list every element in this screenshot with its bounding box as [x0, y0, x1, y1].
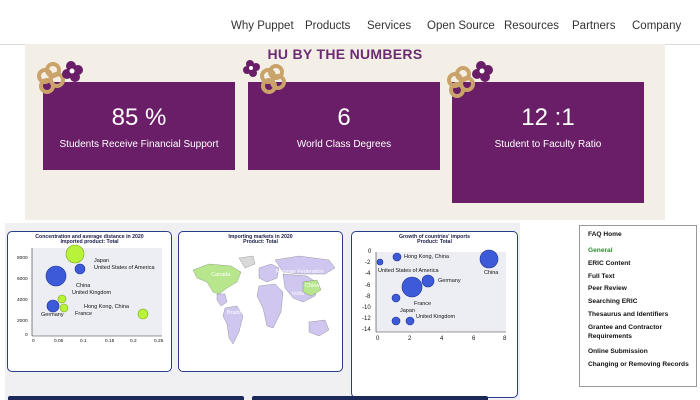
flower-decoration-icon	[243, 60, 286, 94]
y-tick: 0	[368, 249, 372, 255]
nav-why-puppet[interactable]: Why Puppet	[231, 20, 294, 32]
stats-section: HU BY THE NUMBERS 85 % Students Receive …	[25, 44, 665, 220]
label-brazil: Brazil	[227, 310, 241, 316]
x-tick: 8	[503, 336, 507, 342]
x-tick: 0.15	[105, 339, 115, 344]
label-germany: Germany	[438, 278, 461, 284]
faq-changing-records-link[interactable]: Changing or Removing Records	[588, 360, 693, 369]
nav-open-source[interactable]: Open Source	[427, 20, 495, 32]
bubble-germany	[421, 274, 435, 288]
charts-panel: Concentration and average distance in 20…	[5, 223, 520, 400]
x-tick: 0	[32, 339, 35, 344]
faq-online-submission-link[interactable]: Online Submission	[588, 347, 693, 356]
flower-decoration-icon	[37, 61, 83, 94]
label-germany: Germany	[41, 312, 64, 318]
y-tick: 8000	[17, 256, 28, 261]
bottom-card-edge	[8, 396, 244, 400]
y-tick: 2000	[17, 319, 28, 324]
faq-menu: FAQ Home General ERIC Content Full Text …	[579, 225, 697, 387]
bubble-uk	[57, 294, 67, 304]
bubble-usa	[74, 263, 86, 275]
faq-thesaurus-link[interactable]: Thesaurus and Identifiers	[588, 310, 693, 319]
y-tick: -14	[362, 327, 371, 333]
x-tick: 0.25	[154, 339, 164, 344]
label-japan: Japan	[94, 258, 109, 264]
faq-searching-eric-link[interactable]: Searching ERIC	[588, 297, 693, 306]
bubble-usa	[376, 258, 384, 266]
chart-importing-markets-map: Importing markets in 2020 Product: Total…	[178, 231, 343, 372]
label-hk: Hong Kong, China	[84, 304, 129, 310]
bubble-france	[59, 303, 69, 313]
faq-grantee-link[interactable]: Grantee and Contractor Requirements	[588, 323, 693, 341]
y-tick: -6	[365, 283, 371, 289]
stat-label: Student to Faculty Ratio	[494, 139, 602, 150]
faq-full-text-link[interactable]: Full Text	[588, 272, 693, 281]
x-tick: 0	[376, 336, 380, 342]
y-tick: -12	[362, 316, 371, 322]
y-tick: 0	[25, 333, 28, 338]
bottom-card-edge	[252, 396, 488, 400]
label-france: France	[75, 311, 93, 317]
y-tick: 6000	[17, 277, 28, 282]
label-uk: United Kingdom	[72, 290, 112, 296]
bubble-japan	[391, 316, 401, 326]
faq-home-link[interactable]: FAQ Home	[588, 230, 693, 239]
bubble-uk	[405, 316, 415, 326]
y-tick: -2	[365, 260, 371, 266]
stat-value: 85 %	[111, 104, 167, 131]
nav-partners[interactable]: Partners	[572, 20, 615, 32]
top-nav: Why Puppet Products Services Open Source…	[0, 0, 700, 45]
label-usa: United States of America	[94, 265, 155, 271]
nav-services[interactable]: Services	[367, 20, 411, 32]
bubble-germany	[46, 299, 60, 313]
bubble-japan	[65, 244, 85, 264]
x-tick: 0.2	[130, 339, 137, 344]
bubble-hk	[137, 308, 149, 320]
faq-eric-content-link[interactable]: ERIC Content	[588, 259, 693, 268]
stat-card-ratio: 12 :1 Student to Faculty Ratio	[452, 82, 644, 203]
label-china: China	[76, 283, 91, 289]
bubble-hk	[392, 252, 402, 262]
bubble-france	[391, 293, 401, 303]
label-hk: Hong Kong, China	[404, 254, 449, 260]
label-japan: Japan	[400, 308, 415, 314]
stat-label: Students Receive Financial Support	[59, 139, 219, 150]
faq-peer-review-link[interactable]: Peer Review	[588, 284, 693, 293]
x-tick: 0.1	[80, 339, 87, 344]
label-uk: United Kingdom	[416, 314, 456, 320]
world-map	[192, 255, 336, 345]
label-china: China	[484, 270, 499, 276]
y-tick: -4	[365, 271, 371, 277]
label-canada: Canada	[211, 272, 231, 278]
nav-resources[interactable]: Resources	[504, 20, 559, 32]
label-india: India	[292, 291, 304, 297]
chart-concentration-distance: Concentration and average distance in 20…	[7, 231, 172, 372]
y-tick: -8	[365, 294, 371, 300]
bubble-large	[401, 276, 423, 298]
label-france: France	[414, 301, 432, 307]
bubble-china	[45, 265, 67, 287]
nav-products[interactable]: Products	[305, 20, 350, 32]
nav-company[interactable]: Company	[632, 20, 681, 32]
chart-growth-imports: Growth of countries' imports Product: To…	[351, 231, 518, 398]
x-tick: 0.05	[54, 339, 64, 344]
chart-plot	[31, 244, 162, 337]
label-russia: Russian Federation	[276, 269, 324, 275]
label-china: China	[305, 283, 320, 289]
x-tick: 4	[440, 336, 444, 342]
y-tick: 4000	[17, 298, 28, 303]
label-usa: United States of America	[378, 268, 439, 274]
section-title: HU BY THE NUMBERS	[267, 46, 423, 62]
faq-general-link[interactable]: General	[588, 246, 693, 255]
stat-value: 6	[337, 104, 351, 131]
x-tick: 6	[472, 336, 476, 342]
flower-decoration-icon	[447, 61, 493, 98]
y-tick: -10	[362, 305, 371, 311]
stat-value: 12 :1	[521, 104, 575, 131]
stat-label: World Class Degrees	[296, 139, 392, 150]
bubble-china	[479, 249, 499, 269]
x-tick: 2	[408, 336, 412, 342]
